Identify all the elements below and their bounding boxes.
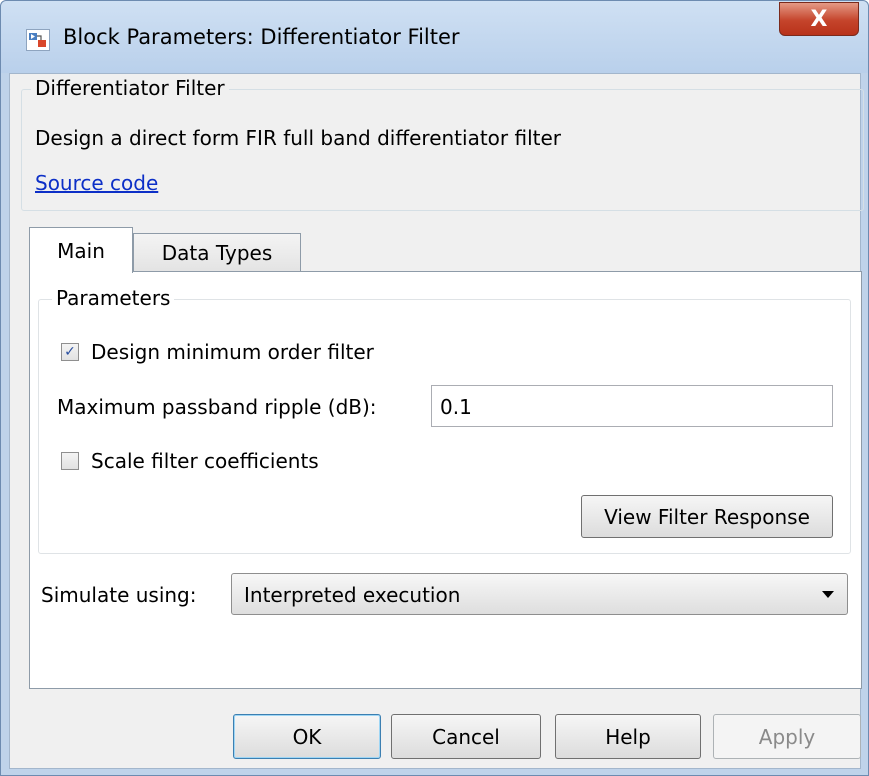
dialog-window: Block Parameters: Differentiator Filter … bbox=[0, 0, 869, 776]
scale-coefficients-checkbox[interactable] bbox=[61, 452, 79, 470]
simulate-using-label: Simulate using: bbox=[41, 583, 197, 607]
tab-data-types[interactable]: Data Types bbox=[133, 233, 301, 272]
tab-main[interactable]: Main bbox=[29, 227, 133, 273]
view-filter-response-button[interactable]: View Filter Response bbox=[581, 495, 833, 538]
description-text: Design a direct form FIR full band diffe… bbox=[35, 126, 562, 150]
simulate-using-value: Interpreted execution bbox=[244, 583, 461, 607]
checkmark-icon: ✓ bbox=[64, 344, 76, 360]
ok-button[interactable]: OK bbox=[233, 714, 381, 759]
help-button[interactable]: Help bbox=[555, 714, 701, 759]
ripple-input[interactable]: 0.1 bbox=[431, 385, 833, 427]
design-min-order-checkbox[interactable]: ✓ bbox=[61, 343, 79, 361]
design-min-order-label[interactable]: Design minimum order filter bbox=[91, 340, 374, 364]
close-button[interactable]: X bbox=[779, 2, 859, 36]
tab-main-label: Main bbox=[57, 238, 105, 263]
title-bar[interactable]: Block Parameters: Differentiator Filter … bbox=[1, 1, 868, 73]
simulink-block-icon bbox=[26, 29, 50, 51]
window-title: Block Parameters: Differentiator Filter bbox=[63, 25, 460, 49]
parameters-group-label: Parameters bbox=[52, 286, 175, 310]
simulate-using-dropdown[interactable]: Interpreted execution bbox=[231, 573, 848, 615]
scale-coefficients-label[interactable]: Scale filter coefficients bbox=[91, 449, 319, 473]
apply-button: Apply bbox=[713, 714, 861, 759]
ripple-label: Maximum passband ripple (dB): bbox=[57, 395, 377, 419]
tab-data-types-label: Data Types bbox=[161, 241, 273, 265]
close-icon: X bbox=[810, 6, 828, 32]
chevron-down-icon bbox=[822, 591, 834, 598]
cancel-button[interactable]: Cancel bbox=[391, 714, 541, 759]
description-group-label: Differentiator Filter bbox=[31, 76, 229, 100]
source-code-link[interactable]: Source code bbox=[35, 171, 158, 195]
